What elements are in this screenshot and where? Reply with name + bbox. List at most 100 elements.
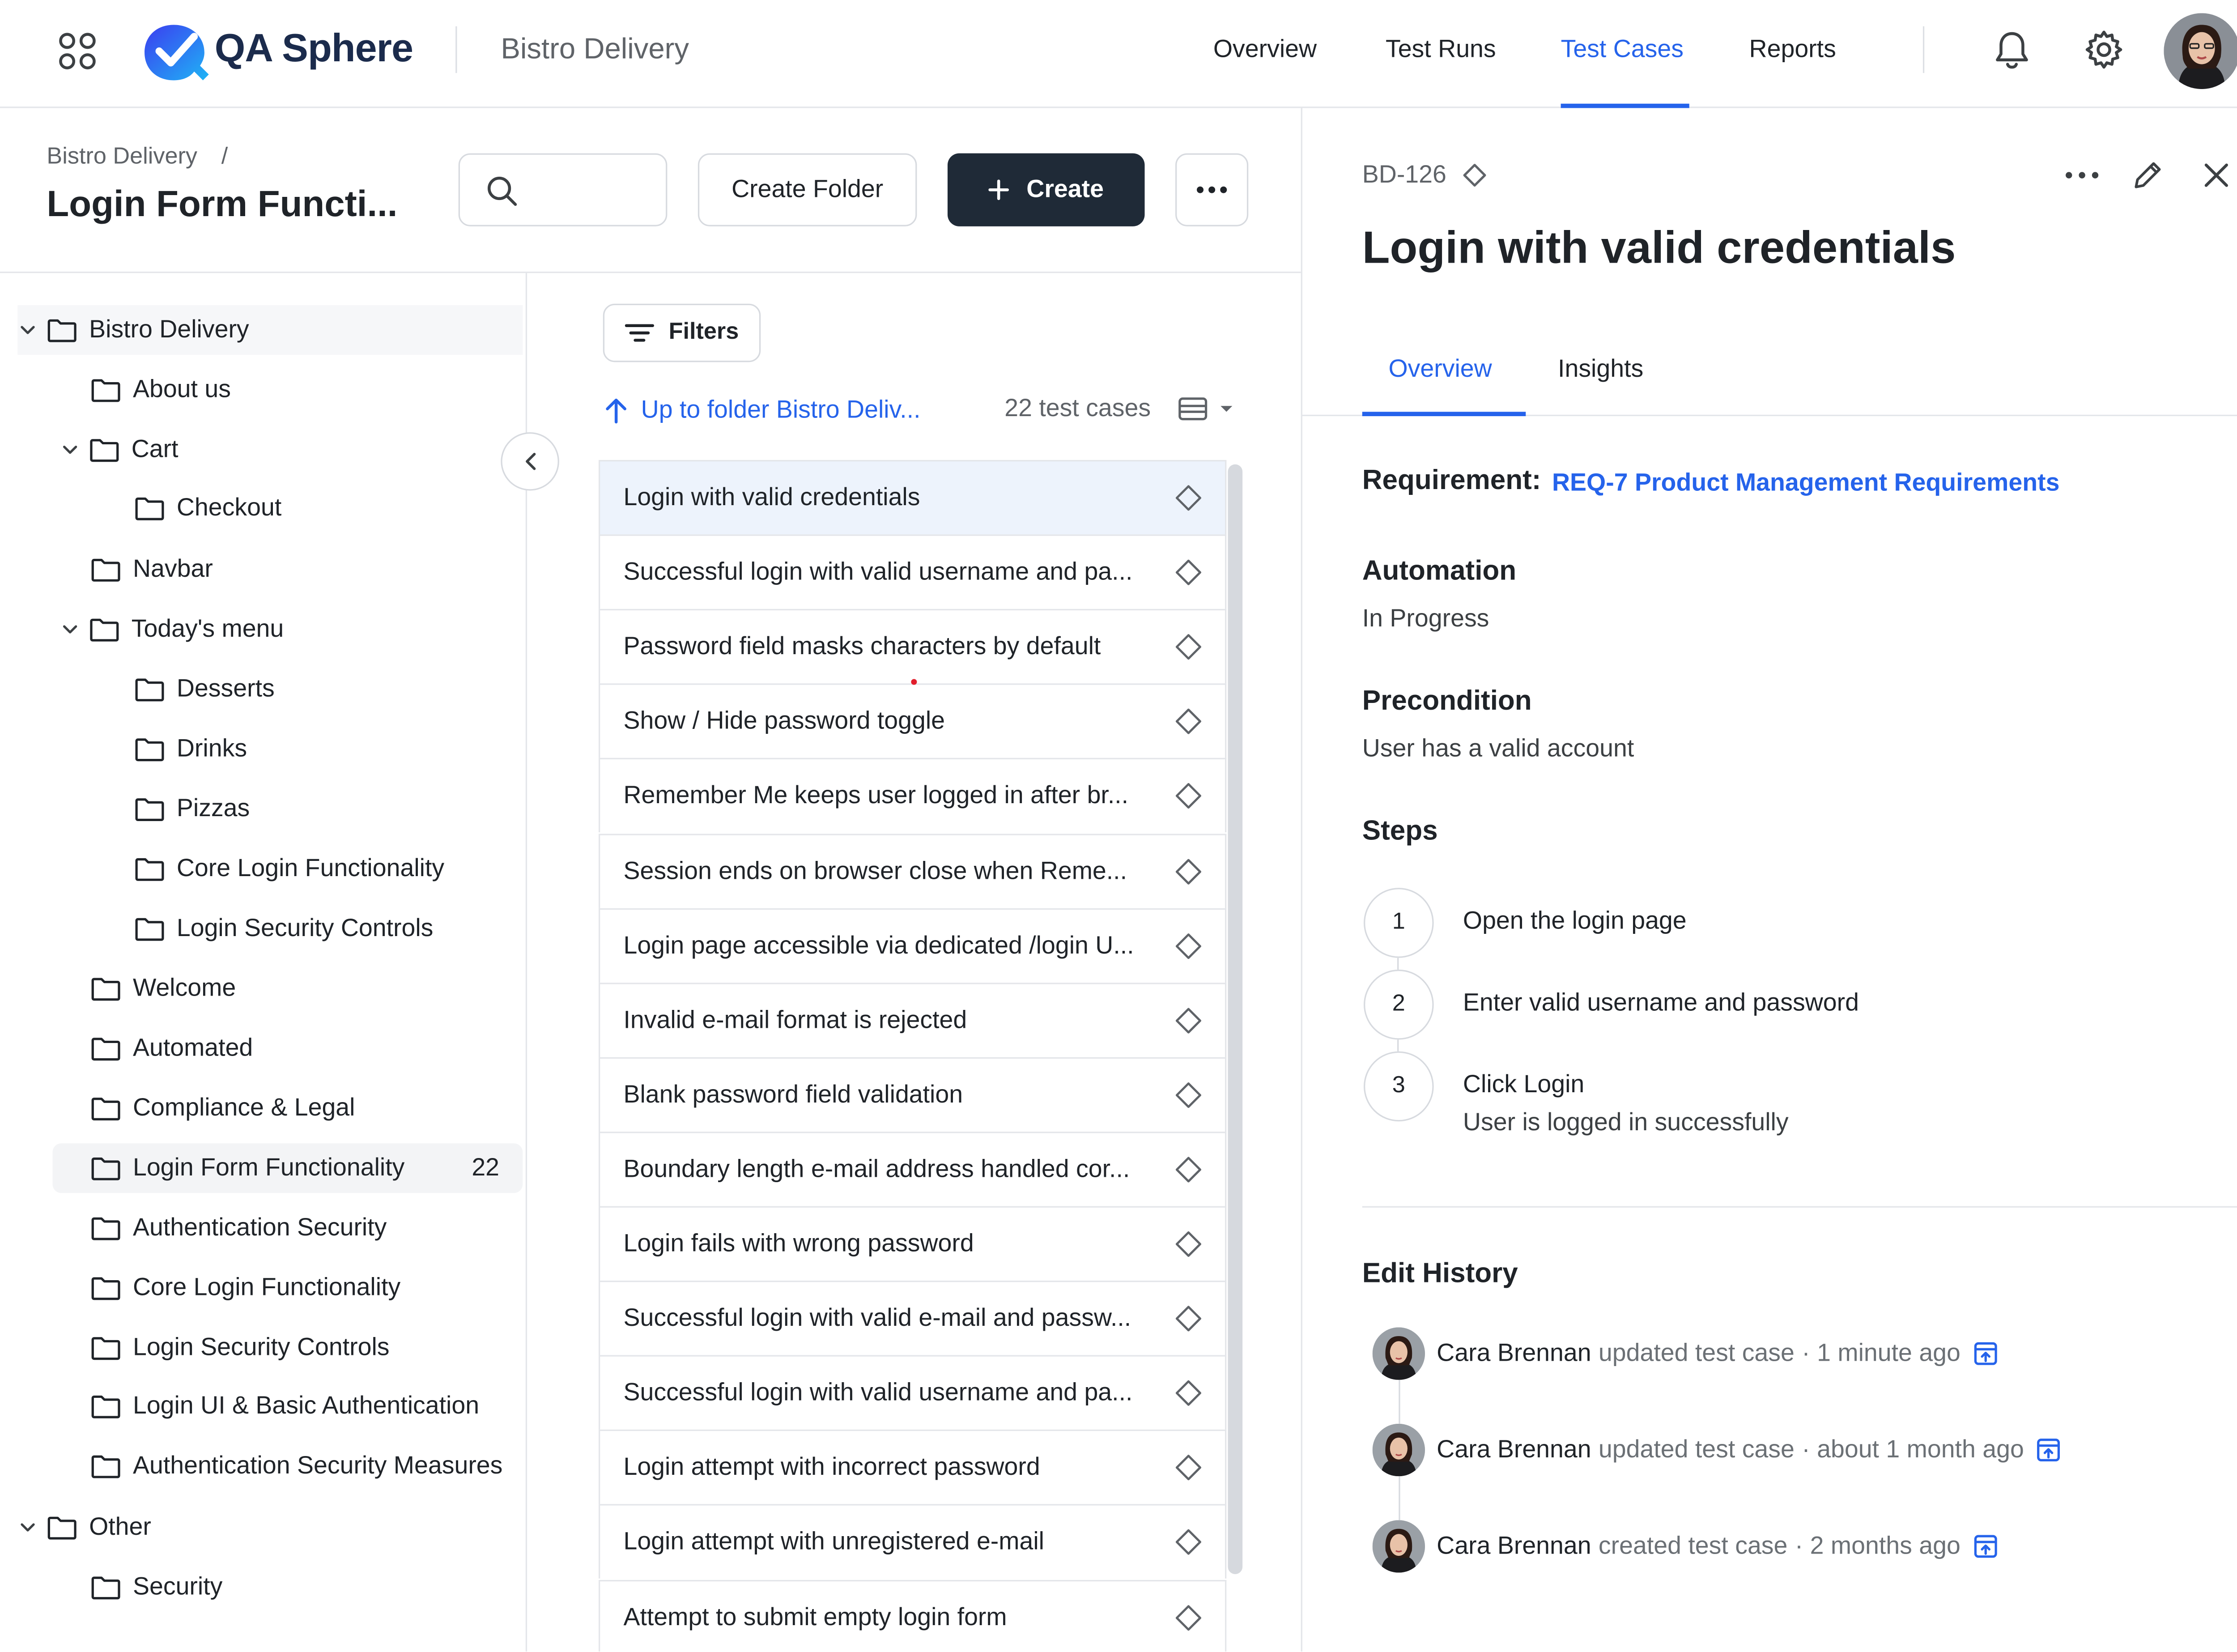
- tab-insights[interactable]: Insights: [1558, 355, 1643, 384]
- test-case-row[interactable]: Invalid e-mail format is rejected: [598, 982, 1227, 1057]
- diamond-icon[interactable]: [1174, 1304, 1203, 1333]
- tree-item[interactable]: Login Security Controls: [134, 904, 433, 954]
- tree-item[interactable]: Authentication Security: [90, 1203, 387, 1253]
- diamond-icon[interactable]: [1174, 856, 1203, 886]
- close-icon[interactable]: [2200, 159, 2233, 192]
- user-avatar[interactable]: [2164, 13, 2237, 89]
- nav-test-runs[interactable]: Test Runs: [1386, 35, 1496, 64]
- test-case-row[interactable]: Session ends on browser close when Reme.…: [598, 833, 1227, 908]
- tree-item[interactable]: Compliance & Legal: [90, 1083, 355, 1133]
- tree-item[interactable]: Core Login Functionality: [90, 1263, 400, 1313]
- diamond-icon[interactable]: [1174, 1155, 1203, 1184]
- apps-grid-icon[interactable]: [59, 32, 97, 70]
- diamond-icon[interactable]: [1174, 483, 1203, 512]
- test-case-row[interactable]: Show / Hide password toggle: [598, 684, 1227, 758]
- tree-item[interactable]: Navbar: [90, 545, 213, 594]
- diamond-icon[interactable]: [1174, 1379, 1203, 1408]
- test-case-row[interactable]: Attempt to submit empty login form: [598, 1579, 1227, 1652]
- open-version-icon[interactable]: [1972, 1533, 1999, 1560]
- tree-item[interactable]: Today's menu: [60, 605, 284, 654]
- test-case-title: Password field masks characters by defau…: [623, 632, 1101, 660]
- test-case-title: Successful login with valid username and…: [623, 558, 1133, 586]
- gear-icon[interactable]: [2084, 29, 2124, 70]
- tree-item[interactable]: Pizzas: [134, 784, 250, 834]
- diamond-icon[interactable]: [1174, 1005, 1203, 1035]
- test-case-row[interactable]: Successful login with valid username and…: [598, 1355, 1227, 1430]
- tree-item[interactable]: Other: [17, 1503, 151, 1552]
- more-options-button[interactable]: [1175, 153, 1249, 226]
- diamond-icon[interactable]: [1174, 633, 1203, 662]
- tree-item-label: Bistro Delivery: [89, 315, 249, 343]
- breadcrumb-root[interactable]: Bistro Delivery: [47, 145, 197, 169]
- test-case-row[interactable]: Password field masks characters by defau…: [598, 609, 1227, 684]
- history-action: created test case: [1598, 1532, 1788, 1560]
- bell-icon[interactable]: [1991, 29, 2032, 70]
- diamond-icon[interactable]: [1174, 931, 1203, 960]
- tab-overview[interactable]: Overview: [1388, 355, 1492, 384]
- nav-test-cases[interactable]: Test Cases: [1561, 35, 1684, 64]
- tree-item[interactable]: Desserts: [134, 664, 275, 714]
- nav-reports[interactable]: Reports: [1749, 35, 1836, 64]
- create-button[interactable]: Create: [947, 153, 1145, 226]
- tree-item[interactable]: Drinks: [134, 724, 247, 774]
- open-version-icon[interactable]: [2036, 1437, 2062, 1463]
- tree-item[interactable]: Cart: [60, 425, 179, 475]
- folder-icon: [91, 1217, 120, 1239]
- chevron-down-icon[interactable]: [17, 320, 38, 341]
- collapse-sidebar-button[interactable]: [501, 432, 559, 491]
- test-case-row[interactable]: Successful login with valid e-mail and p…: [598, 1281, 1227, 1355]
- history-time: · 1 minute ago: [1802, 1339, 1961, 1367]
- more-horizontal-icon[interactable]: [2064, 170, 2099, 181]
- folder-icon: [47, 319, 77, 341]
- create-folder-button[interactable]: Create Folder: [697, 153, 917, 226]
- plus-icon: [988, 179, 1009, 200]
- tree-item[interactable]: Bistro Delivery: [17, 305, 523, 355]
- diamond-icon[interactable]: [1174, 1080, 1203, 1109]
- diamond-icon[interactable]: [1174, 1453, 1203, 1482]
- diamond-icon[interactable]: [1174, 707, 1203, 736]
- open-version-icon[interactable]: [1972, 1341, 1999, 1367]
- test-case-row[interactable]: Login page accessible via dedicated /log…: [598, 907, 1227, 982]
- tree-item[interactable]: About us: [90, 365, 231, 415]
- diamond-icon[interactable]: [1174, 1230, 1203, 1259]
- tree-item[interactable]: Welcome: [90, 964, 236, 1013]
- nav-overview[interactable]: Overview: [1213, 35, 1317, 64]
- requirement-link[interactable]: REQ-7 Product Management Requirements: [1552, 469, 2059, 498]
- tree-item[interactable]: Core Login Functionality: [134, 844, 444, 894]
- tree-item[interactable]: Authentication Security Measures: [90, 1441, 502, 1491]
- folder-icon: [135, 737, 164, 761]
- chevron-down-icon[interactable]: [17, 1517, 38, 1538]
- tree-item[interactable]: Login Form Functionality 22: [52, 1143, 523, 1193]
- top-bar: QA Sphere Bistro Delivery Overview Test …: [0, 0, 2237, 108]
- divider: [1301, 108, 1302, 1652]
- tree-item[interactable]: Login Security Controls: [90, 1323, 390, 1373]
- list-scrollbar[interactable]: [1228, 464, 1243, 1574]
- tree-item[interactable]: Automated: [90, 1024, 253, 1073]
- test-case-row[interactable]: Login with valid credentials: [598, 460, 1227, 535]
- test-case-row[interactable]: Login fails with wrong password: [598, 1206, 1227, 1281]
- project-name[interactable]: Bistro Delivery: [501, 34, 689, 67]
- tree-item[interactable]: Login UI & Basic Authentication: [90, 1381, 479, 1431]
- diamond-icon[interactable]: [1174, 1603, 1203, 1632]
- test-case-row[interactable]: Boundary length e-mail address handled c…: [598, 1131, 1227, 1206]
- filters-button[interactable]: Filters: [603, 303, 761, 362]
- chevron-down-icon[interactable]: [60, 619, 81, 640]
- qa-sphere-logo-icon[interactable]: [142, 19, 209, 83]
- test-case-row[interactable]: Remember Me keeps user logged in after b…: [598, 758, 1227, 833]
- diamond-icon[interactable]: [1174, 558, 1203, 587]
- tree-item-label: Authentication Security Measures: [132, 1451, 503, 1479]
- pencil-icon[interactable]: [2132, 159, 2164, 192]
- test-case-row[interactable]: Successful login with valid username and…: [598, 534, 1227, 609]
- tree-item[interactable]: Checkout: [134, 483, 281, 533]
- test-case-row[interactable]: Login attempt with incorrect password: [598, 1430, 1227, 1505]
- diamond-icon[interactable]: [1174, 1528, 1203, 1557]
- tab-active-indicator: [1362, 412, 1526, 417]
- view-mode-dropdown-icon[interactable]: [1177, 394, 1235, 423]
- search-input[interactable]: [458, 153, 668, 226]
- chevron-down-icon[interactable]: [60, 439, 81, 460]
- tree-item[interactable]: Security: [90, 1563, 222, 1612]
- up-to-folder-link[interactable]: Up to folder Bistro Deliv...: [603, 396, 921, 425]
- test-case-row[interactable]: Blank password field validation: [598, 1057, 1227, 1132]
- test-case-row[interactable]: Login attempt with unregistered e-mail: [598, 1504, 1227, 1580]
- diamond-icon[interactable]: [1174, 782, 1203, 811]
